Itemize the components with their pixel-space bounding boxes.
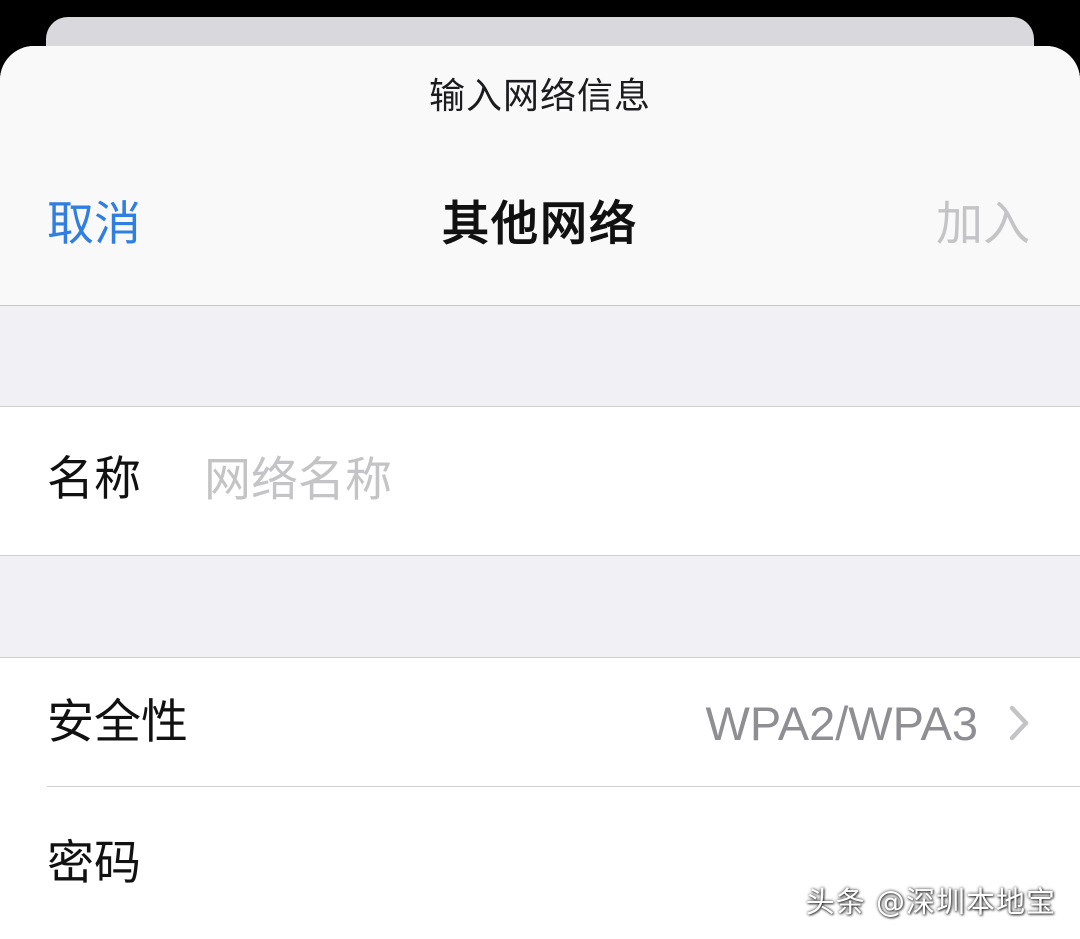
- join-button[interactable]: 加入: [936, 196, 1030, 254]
- security-value: WPA2/WPA3: [705, 697, 978, 750]
- cancel-button[interactable]: 取消: [47, 196, 141, 254]
- navigation-header: 输入网络信息 取消 其他网络 加入: [0, 46, 1080, 306]
- network-name-group: 名称: [0, 406, 1080, 556]
- screen: 输入网络信息 取消 其他网络 加入 名称 安全性 WPA2/WPA3 密码: [0, 0, 1080, 939]
- network-name-row: 名称: [0, 407, 1080, 555]
- chevron-right-icon: [1009, 705, 1029, 741]
- network-name-input[interactable]: [204, 451, 1024, 509]
- password-label: 密码: [47, 836, 141, 891]
- sheet-prompt: 输入网络信息: [428, 76, 651, 117]
- security-row[interactable]: 安全性 WPA2/WPA3: [0, 658, 1080, 786]
- security-label: 安全性: [47, 695, 188, 750]
- network-name-label: 名称: [47, 452, 141, 507]
- watermark: 头条 @深圳本地宝: [805, 885, 1056, 919]
- modal-sheet: 输入网络信息 取消 其他网络 加入 名称 安全性 WPA2/WPA3 密码: [0, 46, 1080, 939]
- page-title: 其他网络: [442, 197, 638, 252]
